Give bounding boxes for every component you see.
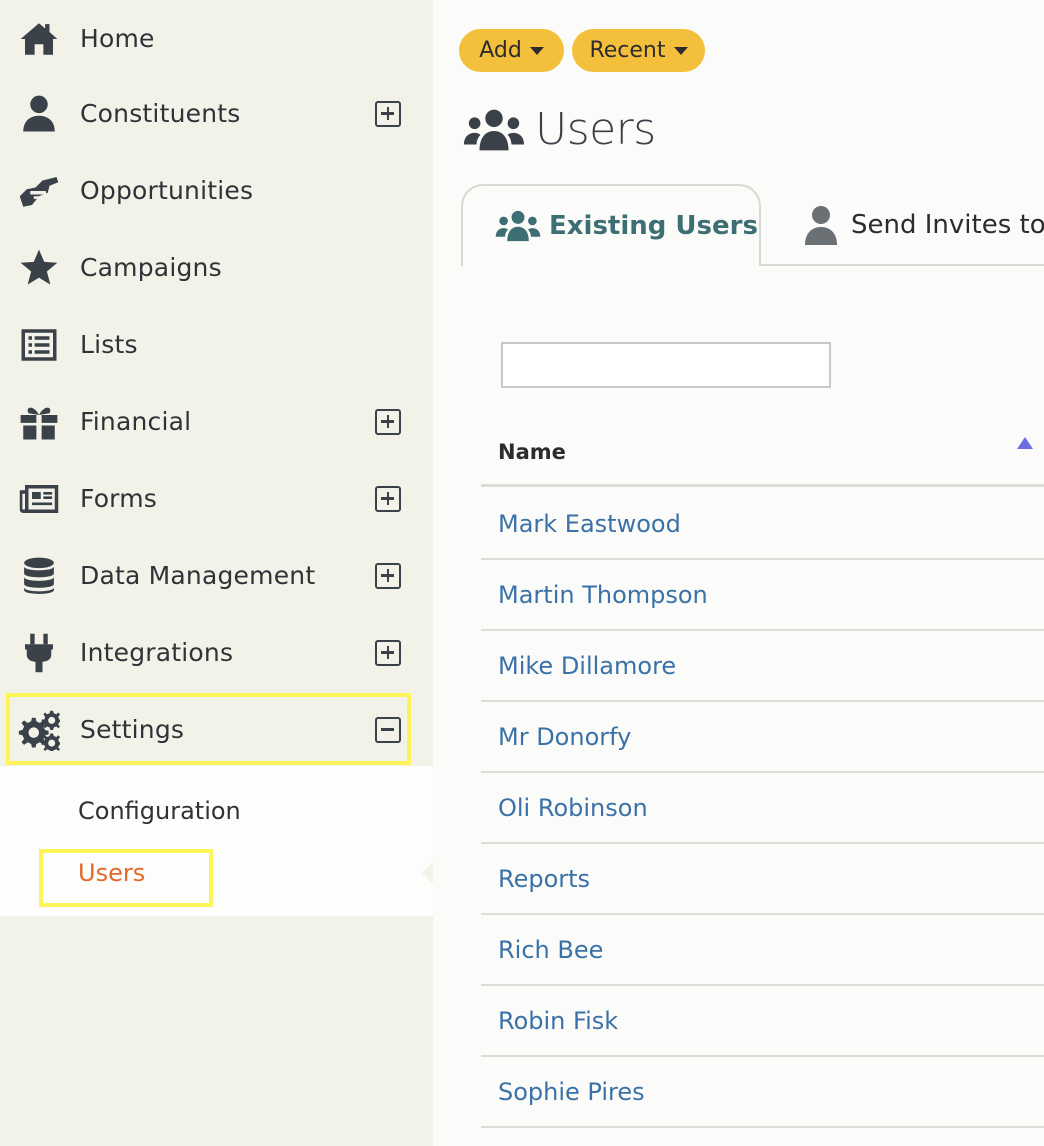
list-icon [16,322,62,368]
database-icon [16,553,62,599]
star-icon [16,245,62,291]
cogs-icon [16,707,62,753]
user-link[interactable]: Mark Eastwood [498,510,681,538]
sidebar-item-label: Lists [80,330,138,359]
tab-label: Existing Users [549,211,758,241]
plug-icon [16,630,62,676]
sidebar-item-constituents[interactable]: Constituents [0,75,433,152]
user-link[interactable]: Reports [498,865,590,893]
user-icon [16,91,62,137]
table-row: Mike Dillamore [481,631,1044,702]
chevron-down-icon [673,46,688,55]
users-icon [495,210,541,242]
gift-icon [16,399,62,445]
expand-icon[interactable] [375,485,401,512]
user-icon [805,206,837,245]
sidebar-item-opportunities[interactable]: Opportunities [0,152,433,229]
recent-button[interactable]: Recent [572,29,705,72]
sidebar-item-campaigns[interactable]: Campaigns [0,229,433,306]
sidebar-item-label: Constituents [80,99,241,128]
users-icon [463,109,525,150]
sidebar-item-label: Forms [80,484,158,513]
sidebar-item-home[interactable]: Home [0,0,433,77]
home-icon [16,16,62,62]
sidebar-item-data-management[interactable]: Data Management [0,537,433,614]
sidebar-item-label: Opportunities [80,176,254,205]
sort-ascending-icon[interactable] [1017,437,1033,449]
table-header: Name [481,418,1044,487]
sidebar-item-forms[interactable]: Forms [0,460,433,537]
sidebar-item-label: Financial [80,407,192,436]
user-link[interactable]: Sophie Pires [498,1078,645,1106]
add-button[interactable]: Add [459,29,564,72]
expand-icon[interactable] [375,639,401,666]
table-row: Sophie Pires [481,1057,1044,1128]
submenu-item-users[interactable]: Users [78,859,145,887]
main-content: Add Recent Users Existing Users Send Inv… [433,0,1044,1146]
page-title-text: Users [535,104,656,155]
recent-button-label: Recent [589,38,666,63]
user-link[interactable]: Mr Donorfy [498,723,631,751]
user-link[interactable]: Rich Bee [498,936,603,964]
chevron-down-icon [529,46,544,55]
user-link[interactable]: Martin Thompson [498,581,708,609]
active-pointer-icon [422,862,433,884]
sidebar-item-settings[interactable]: Settings [0,691,433,768]
sidebar-item-financial[interactable]: Financial [0,383,433,460]
sidebar: Home Constituents Opportunities Campaign… [0,0,433,1146]
column-header-name[interactable]: Name [498,440,566,464]
tab-send-invites[interactable]: Send Invites to [803,184,1044,266]
page-title: Users [463,104,656,155]
newspaper-icon [16,476,62,522]
collapse-icon[interactable] [375,716,401,743]
tab-existing-users[interactable]: Existing Users [461,184,761,266]
table-row: Rich Bee [481,915,1044,986]
table-row: Robin Fisk [481,986,1044,1057]
tab-label: Send Invites to [851,210,1044,240]
sidebar-item-label: Data Management [80,561,316,590]
search-input[interactable] [501,342,831,388]
user-link[interactable]: Mike Dillamore [498,652,676,680]
table-row: Oli Robinson [481,773,1044,844]
sidebar-item-label: Settings [80,715,185,744]
user-link[interactable]: Oli Robinson [498,794,648,822]
expand-icon[interactable] [375,562,401,589]
handshake-icon [16,168,62,214]
expand-icon[interactable] [375,408,401,435]
sidebar-item-label: Integrations [80,638,234,667]
table-row: Martin Thompson [481,560,1044,631]
sidebar-item-integrations[interactable]: Integrations [0,614,433,691]
user-link[interactable]: Robin Fisk [498,1007,618,1035]
settings-submenu: Configuration Users [0,766,433,916]
sidebar-item-lists[interactable]: Lists [0,306,433,383]
submenu-item-configuration[interactable]: Configuration [78,797,241,825]
sidebar-item-label: Home [80,24,155,53]
add-button-label: Add [479,38,522,63]
sidebar-item-label: Campaigns [80,253,222,282]
table-row: Reports [481,844,1044,915]
expand-icon[interactable] [375,100,401,127]
table-row: Mark Eastwood [481,489,1044,560]
table-row: Mr Donorfy [481,702,1044,773]
